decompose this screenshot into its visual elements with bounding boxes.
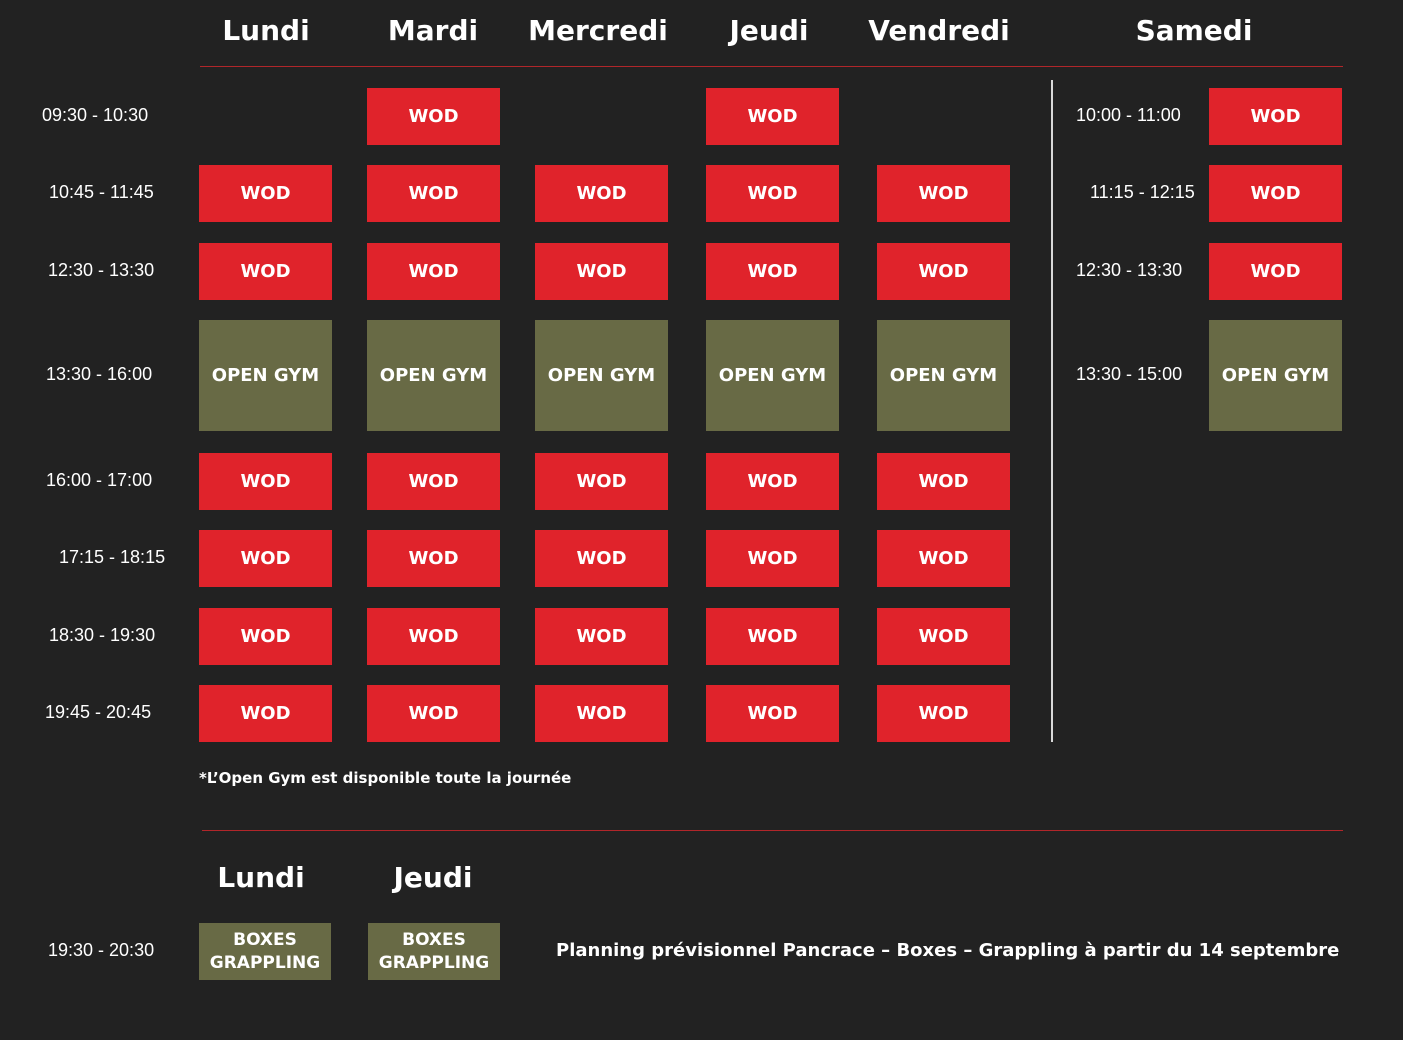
wod-slot: WOD	[367, 608, 500, 665]
wod-slot: WOD	[535, 243, 668, 300]
time-label: 09:30 - 10:30	[42, 104, 149, 125]
combat-slot-jeudi: BOXES GRAPPLING	[368, 923, 500, 980]
time-label: 16:00 - 17:00	[46, 469, 153, 490]
wod-slot: WOD	[706, 165, 839, 222]
wod-slot: WOD	[706, 453, 839, 510]
open-gym-slot: OPEN GYM	[367, 320, 500, 431]
saturday-wod-slot: WOD	[1209, 243, 1342, 300]
header-mercredi: Mercredi	[528, 14, 668, 47]
wod-slot: WOD	[199, 453, 332, 510]
combat-label-line2: GRAPPLING	[378, 952, 490, 973]
wod-slot: WOD	[367, 165, 500, 222]
wod-slot: WOD	[367, 88, 500, 145]
open-gym-slot: OPEN GYM	[535, 320, 668, 431]
combat-header-jeudi: Jeudi	[393, 861, 473, 894]
combat-header-lundi: Lundi	[217, 861, 305, 894]
wod-slot: WOD	[199, 685, 332, 742]
wod-slot: WOD	[367, 453, 500, 510]
wod-slot: WOD	[367, 243, 500, 300]
open-gym-slot: OPEN GYM	[877, 320, 1010, 431]
wod-slot: WOD	[199, 608, 332, 665]
time-label: 13:30 - 16:00	[46, 363, 153, 384]
combat-divider	[202, 830, 1343, 831]
wod-slot: WOD	[535, 453, 668, 510]
header-samedi: Samedi	[1135, 14, 1253, 47]
time-label: 17:15 - 18:15	[59, 546, 166, 567]
wod-slot: WOD	[706, 243, 839, 300]
wod-slot: WOD	[706, 608, 839, 665]
open-gym-slot: OPEN GYM	[706, 320, 839, 431]
saturday-time-label: 13:30 - 15:00	[1076, 363, 1183, 384]
combat-label-line1: BOXES	[402, 929, 466, 950]
header-divider	[200, 66, 1343, 67]
saturday-open-gym-slot: OPEN GYM	[1209, 320, 1342, 431]
open-gym-slot: OPEN GYM	[199, 320, 332, 431]
saturday-time-label: 11:15 - 12:15	[1090, 181, 1195, 202]
header-mardi: Mardi	[387, 14, 479, 47]
wod-slot: WOD	[535, 530, 668, 587]
saturday-wod-slot: WOD	[1209, 88, 1342, 145]
saturday-divider	[1051, 80, 1053, 742]
wod-slot: WOD	[877, 243, 1010, 300]
wod-slot: WOD	[706, 685, 839, 742]
header-vendredi: Vendredi	[868, 14, 1010, 47]
wod-slot: WOD	[367, 530, 500, 587]
header-jeudi: Jeudi	[729, 14, 809, 47]
planning-notice: Planning prévisionnel Pancrace – Boxes –…	[556, 940, 1340, 961]
wod-slot: WOD	[199, 165, 332, 222]
saturday-wod-slot: WOD	[1209, 165, 1342, 222]
wod-slot: WOD	[877, 685, 1010, 742]
combat-label-line1: BOXES	[233, 929, 297, 950]
time-label: 19:45 - 20:45	[45, 701, 152, 722]
wod-slot: WOD	[367, 685, 500, 742]
header-lundi: Lundi	[222, 14, 310, 47]
time-label: 12:30 - 13:30	[48, 259, 155, 280]
wod-slot: WOD	[535, 165, 668, 222]
combat-label-line2: GRAPPLING	[209, 952, 321, 973]
time-label: 10:45 - 11:45	[49, 181, 154, 202]
combat-time: 19:30 - 20:30	[48, 940, 155, 960]
time-label: 18:30 - 19:30	[49, 624, 156, 645]
wod-slot: WOD	[706, 530, 839, 587]
wod-slot: WOD	[877, 165, 1010, 222]
combat-slot-lundi: BOXES GRAPPLING	[199, 923, 331, 980]
wod-slot: WOD	[877, 608, 1010, 665]
wod-slot: WOD	[706, 88, 839, 145]
open-gym-note: *L’Open Gym est disponible toute la jour…	[199, 769, 572, 787]
wod-slot: WOD	[199, 530, 332, 587]
wod-slot: WOD	[199, 243, 332, 300]
wod-slot: WOD	[877, 453, 1010, 510]
saturday-time-label: 12:30 - 13:30	[1076, 259, 1183, 280]
wod-slot: WOD	[877, 530, 1010, 587]
saturday-time-label: 10:00 - 11:00	[1076, 104, 1181, 125]
wod-slot: WOD	[535, 608, 668, 665]
wod-slot: WOD	[535, 685, 668, 742]
